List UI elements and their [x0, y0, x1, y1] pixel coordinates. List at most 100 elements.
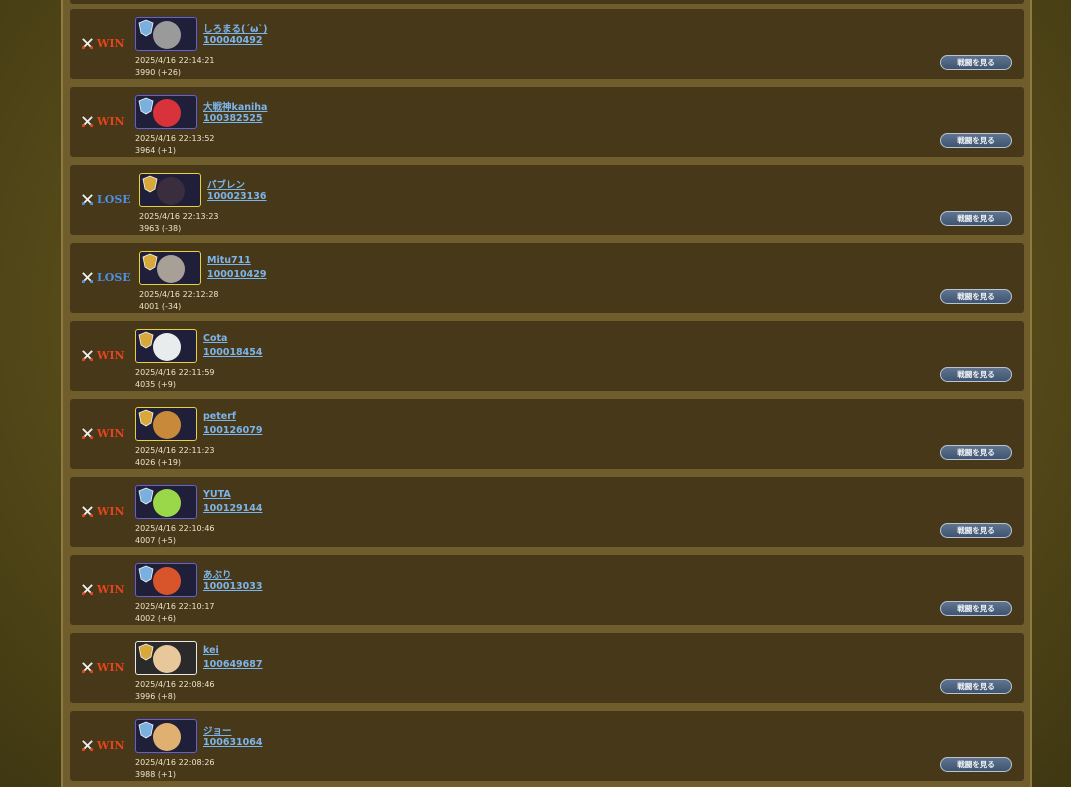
- player-id-link[interactable]: 100631064: [203, 737, 263, 748]
- crossed-swords-icon: [81, 115, 94, 127]
- crossed-swords-icon: [81, 661, 94, 673]
- player-avatar[interactable]: [139, 251, 201, 285]
- player-name-link[interactable]: しろまる(´ω`): [203, 21, 267, 35]
- battle-row: LOSE パブレン 100023136 2025/4/16 22:13:23 3963 …: [70, 165, 1024, 235]
- player-name-link[interactable]: Mitu711: [207, 255, 251, 266]
- result-label: WIN: [97, 36, 125, 50]
- player-name-link[interactable]: kei: [203, 645, 219, 656]
- player-name-link[interactable]: Cota: [203, 333, 227, 344]
- rating-change: 4001 (-34): [139, 302, 182, 311]
- battle-row: WIN あぶり 100013033 2025/4/16 22:10:17 4002 (+…: [70, 555, 1024, 625]
- battle-datetime: 2025/4/16 22:11:23: [135, 446, 215, 455]
- character-portrait-icon: [153, 723, 181, 751]
- battle-result: LOSE: [81, 192, 131, 206]
- player-avatar[interactable]: [135, 485, 197, 519]
- character-portrait-icon: [153, 411, 181, 439]
- battle-row: WIN peterf 100126079 2025/4/16 22:11:23 4026…: [70, 399, 1024, 469]
- rating-change: 4007 (+5): [135, 536, 176, 545]
- battle-row: WIN しろまる(´ω`) 100040492 2025/4/16 22:14:21 3…: [70, 9, 1024, 79]
- crossed-swords-icon: [81, 739, 94, 751]
- result-label: WIN: [97, 504, 125, 518]
- watch-battle-button[interactable]: 戦闘を見る: [940, 679, 1012, 694]
- player-avatar[interactable]: [135, 641, 197, 675]
- result-label: WIN: [97, 114, 125, 128]
- player-avatar[interactable]: [135, 407, 197, 441]
- watch-battle-button[interactable]: 戦闘を見る: [940, 757, 1012, 772]
- player-id-link[interactable]: 100129144: [203, 503, 263, 514]
- character-portrait-icon: [157, 177, 185, 205]
- player-name-link[interactable]: peterf: [203, 411, 236, 422]
- player-id-link[interactable]: 100010429: [207, 269, 267, 280]
- player-name-link[interactable]: YUTA: [203, 489, 231, 500]
- player-id-link[interactable]: 100040492: [203, 35, 263, 46]
- result-label: WIN: [97, 582, 125, 596]
- watch-battle-button[interactable]: 戦闘を見る: [940, 55, 1012, 70]
- battle-result: WIN: [81, 36, 125, 50]
- character-portrait-icon: [153, 21, 181, 49]
- rating-change: 3990 (+26): [135, 68, 182, 77]
- player-id-link[interactable]: 100023136: [207, 191, 267, 202]
- battle-result: LOSE: [81, 270, 131, 284]
- battle-datetime: 2025/4/16 22:13:52: [135, 134, 215, 143]
- watch-battle-button[interactable]: 戦闘を見る: [940, 211, 1012, 226]
- player-id-link[interactable]: 100649687: [203, 659, 263, 670]
- player-avatar[interactable]: [135, 329, 197, 363]
- rating-change: 4035 (+9): [135, 380, 176, 389]
- watch-battle-button[interactable]: 戦闘を見る: [940, 523, 1012, 538]
- watch-battle-button[interactable]: 戦闘を見る: [940, 133, 1012, 148]
- result-label: WIN: [97, 426, 125, 440]
- character-portrait-icon: [153, 645, 181, 673]
- player-name-link[interactable]: パブレン: [207, 177, 245, 191]
- player-avatar[interactable]: [135, 95, 197, 129]
- rating-change: 4002 (+6): [135, 614, 176, 623]
- result-label: LOSE: [97, 270, 131, 284]
- result-label: WIN: [97, 660, 125, 674]
- player-id-link[interactable]: 100126079: [203, 425, 263, 436]
- crossed-swords-icon: [81, 505, 94, 517]
- crossed-swords-icon: [81, 193, 94, 205]
- battle-datetime: 2025/4/16 22:10:17: [135, 602, 215, 611]
- watch-battle-button[interactable]: 戦闘を見る: [940, 289, 1012, 304]
- battle-datetime: 2025/4/16 22:11:59: [135, 368, 215, 377]
- rating-change: 3964 (+1): [135, 146, 176, 155]
- player-name-link[interactable]: 大戦神kaniha: [203, 99, 267, 113]
- player-avatar[interactable]: [135, 563, 197, 597]
- battle-result: WIN: [81, 504, 125, 518]
- battle-datetime: 2025/4/16 22:12:28: [139, 290, 219, 299]
- battle-datetime: 2025/4/16 22:13:23: [139, 212, 219, 221]
- watch-battle-button[interactable]: 戦闘を見る: [940, 601, 1012, 616]
- result-label: WIN: [97, 738, 125, 752]
- player-avatar[interactable]: [135, 17, 197, 51]
- crossed-swords-icon: [81, 37, 94, 49]
- battle-row: LOSE Mitu711 100010429 2025/4/16 22:12:28 40…: [70, 243, 1024, 313]
- watch-battle-button[interactable]: 戦闘を見る: [940, 445, 1012, 460]
- battle-result: WIN: [81, 426, 125, 440]
- player-id-link[interactable]: 100013033: [203, 581, 263, 592]
- player-name-link[interactable]: ジョー: [203, 723, 232, 737]
- battle-history-list: WIN しろまる(´ω`) 100040492 2025/4/16 22:14:21 3…: [70, 0, 1024, 787]
- battle-result: WIN: [81, 114, 125, 128]
- rating-change: 3996 (+8): [135, 692, 176, 701]
- result-label: WIN: [97, 348, 125, 362]
- battle-datetime: 2025/4/16 22:08:46: [135, 680, 215, 689]
- player-id-link[interactable]: 100018454: [203, 347, 263, 358]
- character-portrait-icon: [153, 567, 181, 595]
- battle-datetime: 2025/4/16 22:10:46: [135, 524, 215, 533]
- player-avatar[interactable]: [135, 719, 197, 753]
- character-portrait-icon: [157, 255, 185, 283]
- battle-row: WIN ジョー 100631064 2025/4/16 22:08:26 3988 (+…: [70, 711, 1024, 781]
- rating-change: 3963 (-38): [139, 224, 182, 233]
- crossed-swords-icon: [81, 349, 94, 361]
- rating-change: 4026 (+19): [135, 458, 182, 467]
- player-avatar[interactable]: [139, 173, 201, 207]
- result-label: LOSE: [97, 192, 131, 206]
- rating-change: 3988 (+1): [135, 770, 176, 779]
- battle-row: WIN YUTA 100129144 2025/4/16 22:10:46 4007 (…: [70, 477, 1024, 547]
- watch-battle-button[interactable]: 戦闘を見る: [940, 367, 1012, 382]
- battle-datetime: 2025/4/16 22:14:21: [135, 56, 215, 65]
- crossed-swords-icon: [81, 427, 94, 439]
- battle-row: WIN kei 100649687 2025/4/16 22:08:46 3996 (+…: [70, 633, 1024, 703]
- player-id-link[interactable]: 100382525: [203, 113, 263, 124]
- battle-result: WIN: [81, 348, 125, 362]
- player-name-link[interactable]: あぶり: [203, 567, 232, 581]
